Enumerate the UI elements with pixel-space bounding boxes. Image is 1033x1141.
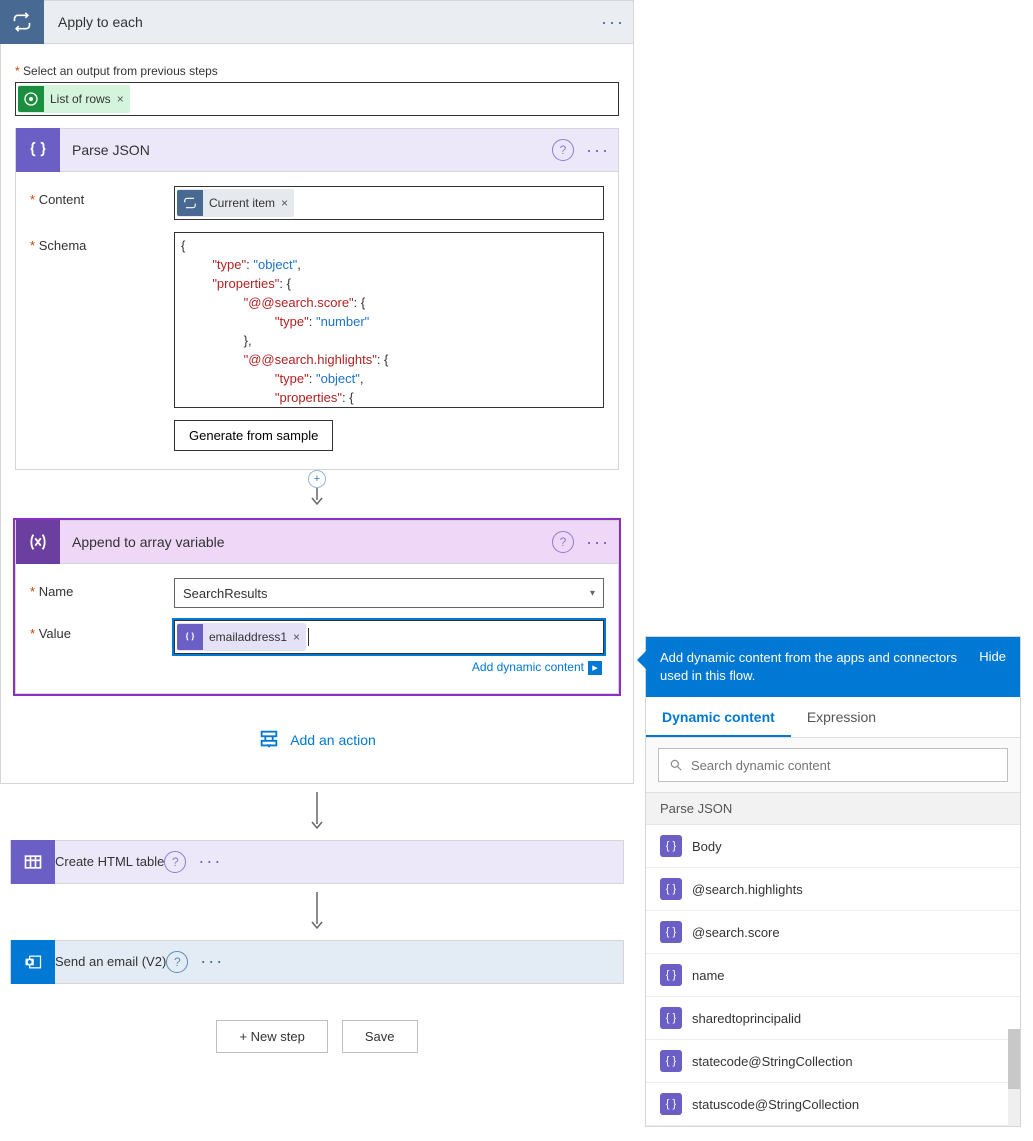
json-chip-icon: { } <box>660 921 682 943</box>
schema-input[interactable]: { "type": "object", "properties": { "@@s… <box>174 232 604 408</box>
help-icon[interactable]: ? <box>166 951 188 973</box>
send-email-card[interactable]: Send an email (V2) ? ··· <box>10 940 624 984</box>
remove-token-icon[interactable]: × <box>281 196 294 210</box>
dc-item[interactable]: { }statecode@StringCollection <box>646 1040 1020 1083</box>
loop-small-icon <box>177 190 203 216</box>
token-emailaddress1[interactable]: emailaddress1 × <box>177 623 306 651</box>
add-dynamic-content-link[interactable]: Add dynamic content▸ <box>174 654 604 675</box>
dc-item[interactable]: { }sharedtoprincipalid <box>646 997 1020 1040</box>
append-variable-header[interactable]: Append to array variable ? ··· <box>15 520 619 564</box>
dc-search-wrap <box>646 738 1020 793</box>
content-label: * Content <box>30 186 174 220</box>
append-variable-card: Append to array variable ? ··· * Name Se… <box>15 520 619 694</box>
panel-pointer-icon <box>637 651 646 669</box>
help-icon[interactable]: ? <box>552 531 574 553</box>
content-input[interactable]: Current item × <box>174 186 604 220</box>
value-input[interactable]: emailaddress1 × <box>174 620 604 654</box>
add-action-button[interactable]: Add an action <box>11 698 623 773</box>
token-list-of-rows[interactable]: List of rows × <box>18 85 130 113</box>
help-icon[interactable]: ? <box>552 139 574 161</box>
parse-json-header[interactable]: Parse JSON ? ··· <box>15 128 619 172</box>
search-icon <box>669 758 683 772</box>
parse-json-title: Parse JSON <box>60 142 552 158</box>
dc-item[interactable]: { }@search.score <box>646 911 1020 954</box>
create-html-table-title: Create HTML table <box>55 854 164 869</box>
parse-json-card: Parse JSON ? ··· * Content <box>15 128 619 470</box>
json-chip-icon: { } <box>660 1007 682 1029</box>
remove-token-icon[interactable]: × <box>293 630 306 644</box>
save-button[interactable]: Save <box>342 1020 418 1053</box>
apply-to-each-title: Apply to each <box>44 14 593 30</box>
apply-to-each-header[interactable]: Apply to each ··· <box>0 0 634 44</box>
schema-label: * Schema <box>30 232 174 408</box>
json-chip-icon: { } <box>660 835 682 857</box>
dc-search-field[interactable] <box>691 758 997 773</box>
expand-icon: ▸ <box>588 661 602 675</box>
dc-item[interactable]: { }name <box>646 954 1020 997</box>
table-icon <box>11 840 55 884</box>
loop-icon <box>0 0 44 44</box>
append-variable-body: * Name SearchResults ▾ * Value <box>15 564 619 694</box>
output-input[interactable]: List of rows × <box>15 82 619 116</box>
name-select[interactable]: SearchResults ▾ <box>174 578 604 608</box>
generate-from-sample-button[interactable]: Generate from sample <box>174 420 333 451</box>
create-html-menu-button[interactable]: ··· <box>190 851 230 872</box>
add-action-icon <box>258 728 280 753</box>
json-chip-icon: { } <box>660 1050 682 1072</box>
apply-to-each-body: * Select an output from previous steps L… <box>0 44 634 784</box>
token-current-item[interactable]: Current item × <box>177 189 294 217</box>
dc-tabs: Dynamic content Expression <box>646 697 1020 738</box>
dc-panel-header: Add dynamic content from the apps and co… <box>646 637 1020 697</box>
create-html-table-card[interactable]: Create HTML table ? ··· <box>10 840 624 884</box>
dc-item[interactable]: { }@search.highlights <box>646 868 1020 911</box>
output-label: * Select an output from previous steps <box>15 64 623 78</box>
dc-group-parse-json: Parse JSON <box>646 793 1020 825</box>
json-chip-icon: { } <box>660 878 682 900</box>
dc-item[interactable]: { }statuscode@StringCollection <box>646 1083 1020 1126</box>
connector-1: + <box>11 474 623 508</box>
dc-item[interactable]: { }Body <box>646 825 1020 868</box>
remove-token-icon[interactable]: × <box>117 92 130 106</box>
dataverse-icon <box>18 86 44 112</box>
help-icon[interactable]: ? <box>164 851 186 873</box>
dc-search-input[interactable] <box>658 748 1008 782</box>
connector-3 <box>0 884 634 940</box>
tab-expression[interactable]: Expression <box>791 697 892 737</box>
tab-dynamic-content[interactable]: Dynamic content <box>646 697 791 737</box>
apply-to-each-menu-button[interactable]: ··· <box>593 12 633 33</box>
append-variable-menu-button[interactable]: ··· <box>578 532 618 553</box>
dc-panel-heading: Add dynamic content from the apps and co… <box>660 649 969 685</box>
connector-2 <box>0 784 634 840</box>
dynamic-content-panel: Add dynamic content from the apps and co… <box>645 636 1021 1127</box>
parse-json-menu-button[interactable]: ··· <box>578 140 618 161</box>
chevron-down-icon: ▾ <box>590 588 595 599</box>
json-chip-icon: { } <box>660 964 682 986</box>
append-variable-title: Append to array variable <box>60 534 552 550</box>
name-value: SearchResults <box>183 586 268 601</box>
dc-item-list[interactable]: { }Body { }@search.highlights { }@search… <box>646 825 1020 1126</box>
variable-icon <box>16 520 60 564</box>
outlook-icon <box>11 940 55 984</box>
hide-panel-link[interactable]: Hide <box>979 649 1006 664</box>
json-small-icon <box>177 624 203 650</box>
send-email-menu-button[interactable]: ··· <box>192 951 232 972</box>
scrollbar-thumb[interactable] <box>1008 1029 1020 1089</box>
parse-json-body: * Content Current item × <box>15 172 619 470</box>
name-label: * Name <box>30 578 174 608</box>
new-step-button[interactable]: + New step <box>216 1020 327 1053</box>
insert-step-button[interactable]: + <box>308 470 326 488</box>
send-email-title: Send an email (V2) <box>55 954 166 969</box>
json-icon <box>16 128 60 172</box>
value-label: * Value <box>30 620 174 675</box>
json-chip-icon: { } <box>660 1093 682 1115</box>
